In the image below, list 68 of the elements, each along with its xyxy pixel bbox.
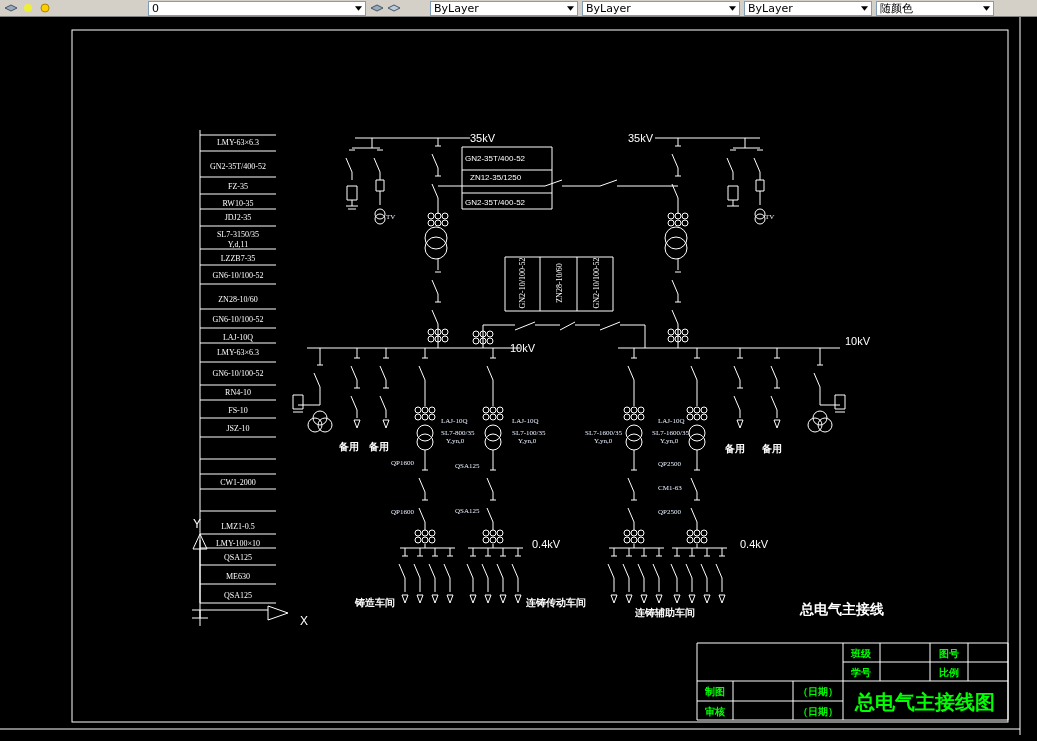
voltage-label: 10kV	[510, 342, 536, 354]
feeder-label: 备用	[369, 441, 389, 452]
legend-entry: ME630	[226, 572, 250, 581]
voltage-label: 10kV	[845, 335, 871, 347]
caret-icon	[983, 5, 990, 11]
equipment-label: GN2-10/100-52	[592, 257, 601, 309]
date-label: （日期）	[798, 706, 838, 717]
legend-entry: CW1-2000	[220, 478, 256, 487]
voltage-label: 0.4kV	[532, 538, 561, 550]
equipment-label: GN2-35T/400-52	[465, 198, 526, 207]
legend-entry: LMY-63×6.3	[216, 138, 260, 147]
color-dropdown[interactable]: ByLayer	[430, 0, 578, 16]
legend-entry: LMY-63×6.3	[216, 348, 260, 357]
student-number-label: 学号	[851, 667, 871, 678]
linetype-dropdown[interactable]: ByLayer	[582, 0, 740, 16]
legend-entry: GN6-10/100-52	[212, 315, 264, 324]
checked-by-label: 审核	[705, 706, 725, 717]
legend-entry: JDJ2-35	[224, 213, 252, 222]
date-label: （日期）	[798, 686, 838, 697]
title-block-title: 总电气主接线图	[855, 690, 995, 714]
voltage-label: 35kV	[470, 132, 496, 144]
voltage-label: 35kV	[628, 132, 654, 144]
caret-icon	[729, 5, 736, 11]
equipment-label: ZN12-35/1250	[470, 173, 522, 182]
drawing-number-label: 图号	[939, 648, 959, 659]
equipment-label: GN2-35T/400-52	[465, 154, 526, 163]
class-label: 班级	[851, 648, 871, 659]
caret-icon	[861, 5, 868, 11]
legend-entry: ZN28-10/60	[218, 295, 258, 304]
equipment-label: GN2-10/100-52	[518, 257, 527, 309]
diagram-title: 总电气主接线	[800, 601, 884, 617]
scale-label: 比例	[939, 667, 959, 678]
legend-entry: FZ-35	[228, 182, 248, 191]
legend-entry: LZZB7-35	[220, 254, 256, 263]
layer-dropdown[interactable]: 0	[148, 0, 366, 16]
layers-icon[interactable]	[387, 3, 401, 13]
legend-entry: RW10-35	[222, 199, 254, 208]
legend-entry: LMZ1-0.5	[221, 522, 255, 531]
caret-icon	[355, 5, 362, 11]
sun-icon[interactable]	[38, 3, 52, 13]
feeder-label: 连铸辅助车间	[635, 607, 695, 618]
caret-icon	[567, 5, 574, 11]
legend-entry: QSA125	[224, 591, 252, 600]
feeder-label: 连铸传动车间	[526, 597, 586, 608]
legend-entry: RN4-10	[225, 388, 251, 397]
feeder-label: 备用	[339, 441, 359, 452]
feeder-label: 备用	[725, 443, 745, 454]
lineweight-dropdown[interactable]: ByLayer	[744, 0, 872, 16]
legend-entry: Y,d,11	[227, 240, 249, 249]
legend-entry: FS-10	[228, 406, 248, 415]
legend-entry: GN6-10/100-52	[212, 369, 264, 378]
plot-style-dropdown[interactable]: 随颜色	[876, 0, 994, 16]
layers-icon[interactable]	[4, 3, 18, 13]
axis-label: X	[300, 614, 308, 628]
legend-entry: LMY-100×10	[215, 539, 261, 548]
legend-entry: SL7-3150/35	[216, 230, 260, 239]
equipment-label: ZN28-10/60	[555, 263, 564, 303]
legend-entry: GN2-35T/400-52	[210, 162, 266, 171]
legend-entry: QSA125	[224, 553, 252, 562]
voltage-label: 0.4kV	[740, 538, 769, 550]
drawn-by-label: 制图	[705, 686, 725, 697]
axis-label: Y	[193, 517, 201, 531]
legend-entry: JSZ-10	[226, 424, 250, 433]
feeder-label: 铸造车间	[355, 597, 395, 608]
legend-entry: LAJ-10Q	[222, 333, 254, 342]
feeder-label: 备用	[762, 443, 782, 454]
layers-icon[interactable]	[370, 3, 384, 13]
legend-entry: GN6-10/100-52	[212, 271, 264, 280]
